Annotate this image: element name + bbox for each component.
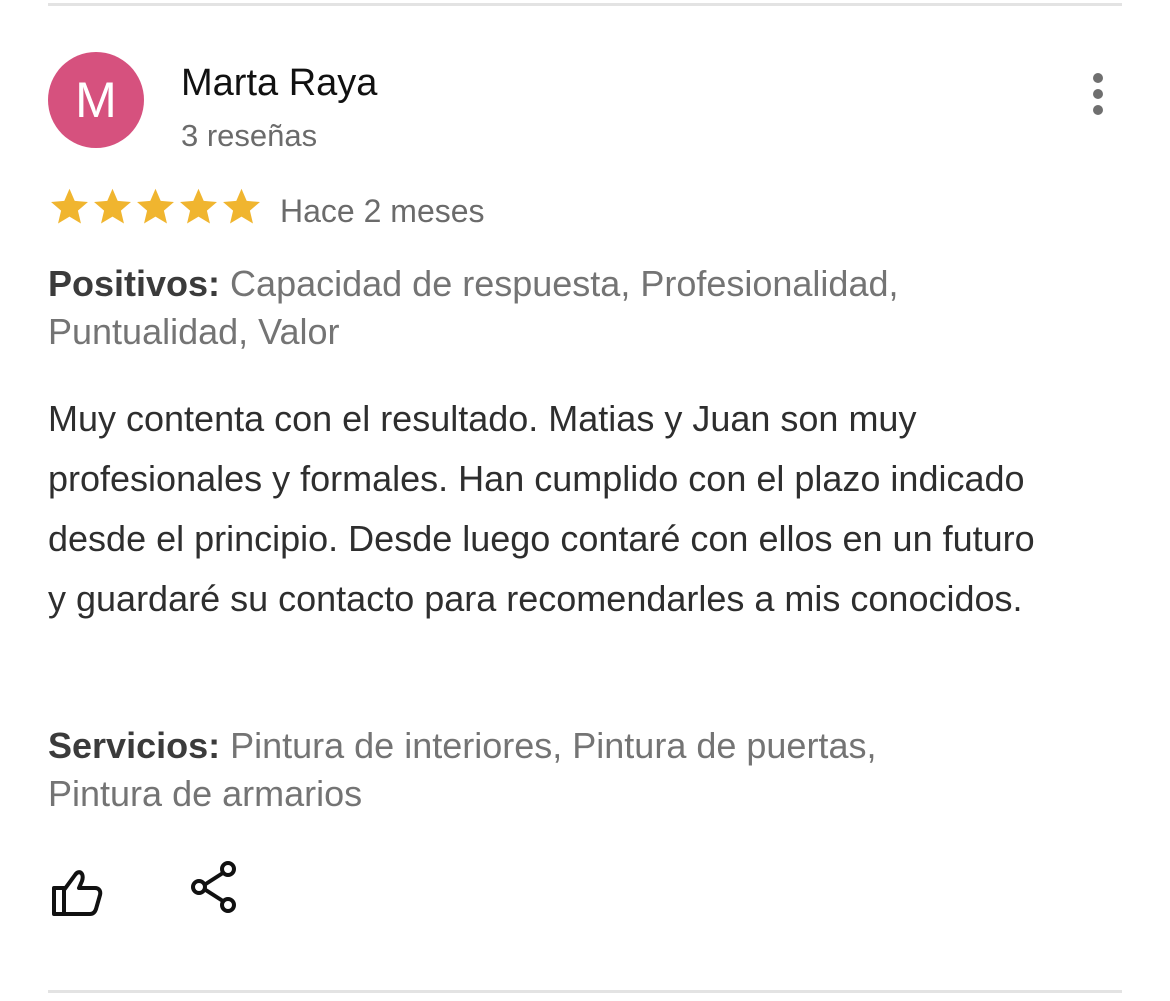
star-icon [94,188,131,224]
top-divider [48,3,1122,6]
more-options-button[interactable] [1078,66,1118,122]
positives-section: Positivos: Capacidad de respuesta, Profe… [48,260,1058,356]
review-date: Hace 2 meses [280,193,485,229]
star-icon [137,188,174,224]
more-vertical-icon [1093,73,1103,83]
like-button[interactable] [48,862,106,920]
star-icon [180,188,217,224]
star-icon [223,188,260,224]
positives-label: Positivos: [48,263,221,304]
share-button[interactable] [188,860,242,914]
author-review-count[interactable]: 3 reseñas [181,116,317,156]
thumbs-up-icon [52,870,103,916]
star-icon [51,188,88,224]
avatar[interactable]: M [48,52,144,148]
review-text: Muy contenta con el resultado. Matias y … [48,398,1035,619]
author-name[interactable]: Marta Raya [181,60,377,106]
services-section: Servicios: Pintura de interiores, Pintur… [48,722,908,818]
bottom-divider [48,990,1122,993]
services-label: Servicios: [48,725,221,766]
star-rating [48,184,263,230]
share-icon [191,861,236,913]
